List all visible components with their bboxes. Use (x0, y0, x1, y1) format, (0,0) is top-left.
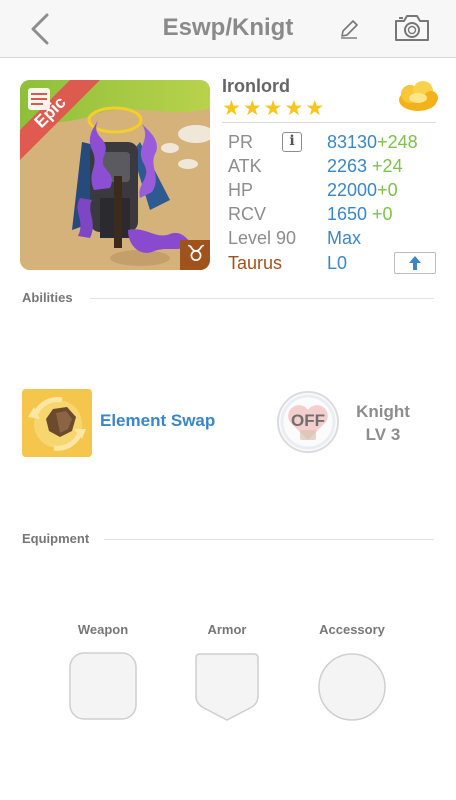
back-chevron-icon (31, 13, 49, 45)
section-divider (104, 539, 434, 540)
job-level: LV 3 (365, 425, 401, 444)
character-portrait[interactable]: Epic ♉ (20, 80, 210, 270)
back-button[interactable] (22, 12, 58, 46)
stat-row-hp: HP 22000+0 (228, 178, 438, 202)
stat-bonus: +248 (377, 132, 418, 152)
star-icon: ★ (222, 97, 241, 120)
armor-slot[interactable] (194, 652, 260, 727)
stat-row-atk: ATK 2263 +24 (228, 154, 438, 178)
stat-value: 22000+0 (327, 180, 398, 200)
armor-label: Armor (207, 622, 247, 637)
armor-slot-icon (195, 653, 259, 721)
profile-doc-icon (28, 88, 50, 110)
stat-row-rcv: RCV 1650 +0 (228, 202, 438, 226)
camera-icon (395, 15, 429, 41)
job-name: Knight (356, 402, 410, 421)
star-icon: ★ (263, 97, 283, 120)
accessory-slot[interactable] (317, 652, 387, 727)
stat-label: HP (228, 180, 254, 200)
abilities-section-title: Abilities (22, 290, 81, 305)
stat-bonus: +0 (367, 204, 393, 224)
info-icon[interactable]: i (282, 132, 302, 152)
weapon-label: Weapon (77, 622, 129, 637)
stat-value: 83130+248 (327, 132, 418, 152)
stat-label: RCV (228, 204, 267, 224)
info-divider (222, 122, 436, 123)
stat-bonus: +0 (377, 180, 398, 200)
weapon-slot-icon (69, 652, 137, 720)
section-divider (90, 298, 434, 299)
stat-label: Taurus (228, 253, 283, 273)
leader-toggle-label: OFF (291, 411, 325, 430)
upgrade-button[interactable] (394, 252, 436, 274)
skill-name-link[interactable]: Element Swap (100, 411, 215, 431)
camera-button[interactable] (390, 11, 434, 45)
equipment-section-title: Equipment (22, 531, 98, 546)
stat-row-level: Level 90 Max (228, 226, 438, 250)
edit-button[interactable] (334, 14, 364, 44)
upload-arrow-icon (409, 256, 421, 270)
element-swap-icon (22, 389, 92, 457)
stat-row-pr: PR i 83130+248 (228, 130, 438, 154)
accessory-label: Accessory (319, 622, 385, 637)
stat-value: 1650 +0 (327, 204, 393, 224)
taurus-icon: ♉ (186, 242, 206, 267)
stat-label: PR (228, 132, 254, 152)
stat-value: Max (327, 228, 362, 248)
skill-icon-button[interactable] (22, 389, 92, 457)
star-rating: ★ ★ ★ ★ ★ (222, 98, 324, 120)
star-icon: ★ (284, 97, 304, 120)
gold-cloud-icon[interactable] (396, 80, 440, 114)
star-icon: ★ (305, 97, 325, 120)
stat-value: L0 (327, 253, 348, 273)
nav-bar: Eswp/Knigt (0, 0, 456, 58)
accessory-slot-icon (318, 653, 386, 721)
star-icon: ★ (242, 97, 262, 120)
pencil-icon (341, 20, 358, 39)
character-name: Ironlord (222, 76, 290, 96)
page-title: Eswp/Knigt (162, 14, 294, 41)
stat-value: 2263 +24 (327, 156, 403, 176)
stat-label: Level 90 (228, 228, 297, 248)
leader-skill-toggle[interactable]: OFF (276, 390, 340, 454)
stat-bonus: +24 (367, 156, 403, 176)
weapon-slot[interactable] (69, 652, 137, 725)
stat-label: ATK (228, 156, 262, 176)
character-art: Epic (20, 80, 210, 270)
